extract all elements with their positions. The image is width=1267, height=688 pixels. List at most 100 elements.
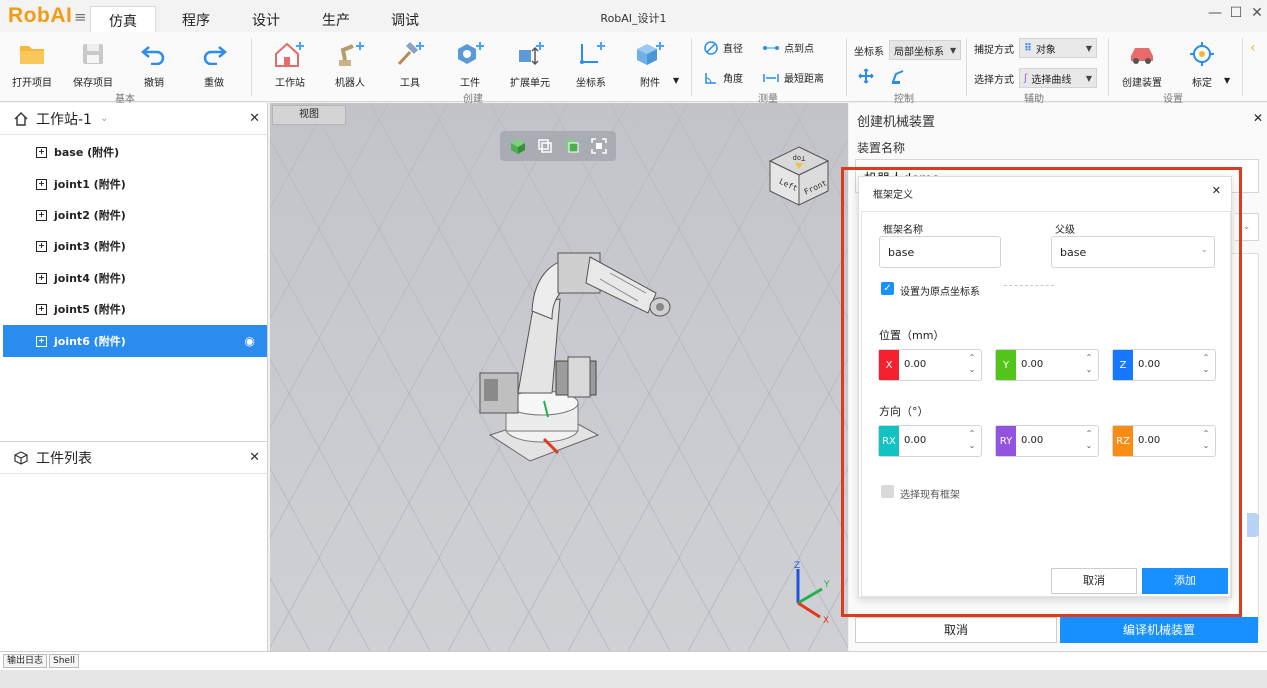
extension-unit-button[interactable]: 扩展单元 <box>500 37 560 89</box>
tool-button[interactable]: 工具 <box>380 37 440 89</box>
close-icon[interactable]: ✕ <box>1253 111 1263 125</box>
tab-program[interactable]: 程序 <box>164 6 228 32</box>
orientation-ry-value: 0.00 <box>1021 435 1044 446</box>
calibrate-dropdown-icon[interactable]: ▼ <box>1224 76 1230 85</box>
home-icon <box>14 111 28 126</box>
link-line <box>1004 285 1054 286</box>
stepper-icon[interactable]: ⌃ ⌄ <box>1200 352 1212 376</box>
view-tab[interactable]: 视图 <box>272 105 346 125</box>
frame-name-input[interactable]: base <box>879 236 1001 268</box>
station-button[interactable]: 工作站 <box>260 37 320 89</box>
tree-item[interactable]: + joint2 (附件) <box>3 199 267 231</box>
chevron-down-icon: ⌄ <box>1200 245 1208 255</box>
select-existing-checkbox[interactable] <box>881 485 894 498</box>
tab-debug[interactable]: 调试 <box>373 6 437 32</box>
stepper-icon[interactable]: ⌃ ⌄ <box>1083 428 1095 452</box>
robot-jog-icon[interactable] <box>890 68 908 87</box>
orientation-ry-field[interactable]: RY 0.00 ⌃ ⌄ <box>995 425 1099 457</box>
close-window-button[interactable]: ✕ <box>1248 5 1266 21</box>
tree-item[interactable]: + joint1 (附件) <box>3 168 267 200</box>
expand-box-icon[interactable]: + <box>36 146 47 158</box>
tab-production[interactable]: 生产 <box>304 6 368 32</box>
cancel-button[interactable]: 取消 <box>855 617 1057 643</box>
tab-design[interactable]: 设计 <box>234 6 298 32</box>
stepper-icon[interactable]: ⌃ ⌄ <box>966 428 978 452</box>
position-z-field[interactable]: Z 0.00 ⌃ ⌄ <box>1112 349 1216 381</box>
expand-box-icon[interactable]: + <box>36 209 47 221</box>
view-layer-icon[interactable] <box>563 137 581 155</box>
create-device-button[interactable]: 创建装置 <box>1112 37 1172 89</box>
position-y-field[interactable]: Y 0.00 ⌃ ⌄ <box>995 349 1099 381</box>
expand-box-icon[interactable]: + <box>36 240 47 252</box>
hamburger-menu-icon[interactable]: ≡ <box>74 8 87 26</box>
save-project-button[interactable]: 保存项目 <box>63 37 123 89</box>
set-origin-checkbox[interactable]: ✓ <box>881 282 894 295</box>
orientation-rx-field[interactable]: RX 0.00 ⌃ ⌄ <box>878 425 982 457</box>
tree-item[interactable]: + joint4 (附件) <box>3 262 267 294</box>
dialog-add-button[interactable]: 添加 <box>1142 568 1228 594</box>
save-icon <box>83 44 103 64</box>
expand-box-icon[interactable]: + <box>36 178 47 190</box>
min-distance-button[interactable]: 最短距离 <box>763 70 824 85</box>
view-wireframe-icon[interactable] <box>536 137 554 155</box>
maximize-button[interactable]: ☐ <box>1227 5 1245 21</box>
folder-icon <box>20 46 44 64</box>
dialog-cancel-button[interactable]: 取消 <box>1051 568 1137 594</box>
expand-box-icon[interactable]: + <box>36 303 47 315</box>
ribbon-separator <box>251 38 252 96</box>
diameter-button[interactable]: 直径 <box>704 40 743 55</box>
ribbon-separator <box>846 38 847 96</box>
expand-box-icon[interactable]: + <box>36 272 47 284</box>
tree-item[interactable]: + joint5 (附件) <box>3 293 267 325</box>
chevron-down-icon: ▼ <box>1085 73 1092 83</box>
tree-item[interactable]: + base (附件) <box>3 136 267 168</box>
point-to-point-button[interactable]: 点到点 <box>763 40 814 55</box>
stepper-icon[interactable]: ⌃ ⌄ <box>966 352 978 376</box>
view-cube[interactable]: Top Left Front <box>766 143 832 207</box>
cube-outline-icon <box>14 450 28 465</box>
redo-button[interactable]: 重做 <box>184 37 244 89</box>
close-icon[interactable]: ✕ <box>1212 184 1221 197</box>
workpiece-panel-header: 工件列表 ✕ <box>0 442 268 474</box>
robot-button[interactable]: 机器人 <box>320 37 380 89</box>
tree-item[interactable]: + joint3 (附件) <box>3 230 267 262</box>
move-icon[interactable] <box>858 68 874 87</box>
workpiece-button[interactable]: 工件 <box>440 37 500 89</box>
coordinate-system-selector[interactable]: 坐标系 局部坐标系 ▼ <box>854 40 962 60</box>
fit-view-icon[interactable] <box>590 137 608 155</box>
calibrate-button[interactable]: 标定 <box>1172 37 1232 89</box>
orientation-rz-field[interactable]: RZ 0.00 ⌃ ⌄ <box>1112 425 1216 457</box>
close-icon[interactable]: ✕ <box>249 111 260 126</box>
robot-model[interactable] <box>460 243 720 483</box>
visibility-eye-icon[interactable]: ◉ <box>245 334 255 348</box>
close-icon[interactable]: ✕ <box>249 450 260 465</box>
tab-simulation[interactable]: 仿真 <box>90 6 156 32</box>
chevron-down-icon[interactable]: ⌄ <box>1235 213 1259 241</box>
minimize-button[interactable]: — <box>1206 5 1224 21</box>
selection-mode-selector[interactable]: 选择方式 ʃ 选择曲线 ▼ <box>974 68 1097 88</box>
position-x-field[interactable]: X 0.00 ⌃ ⌄ <box>878 349 982 381</box>
3d-viewport[interactable]: 视图 Top Left Front Z Y X <box>270 103 848 651</box>
view-shaded-cube-icon[interactable] <box>509 137 527 155</box>
stepper-icon[interactable]: ⌃ ⌄ <box>1083 352 1095 376</box>
compile-device-button[interactable]: 编译机械装置 <box>1060 617 1258 643</box>
parent-select[interactable]: base ⌄ <box>1051 236 1215 268</box>
tab-output-log[interactable]: 输出日志 <box>3 654 48 668</box>
angle-button[interactable]: 角度 <box>704 70 743 85</box>
station-title: 工作站-1 <box>36 111 92 128</box>
side-button[interactable] <box>1247 513 1259 537</box>
coordinate-system-button[interactable]: 坐标系 <box>561 37 621 89</box>
expand-box-icon[interactable]: + <box>36 335 47 347</box>
chevron-down-icon[interactable]: ⌄ <box>100 113 108 124</box>
curve-icon: ʃ <box>1024 72 1028 84</box>
tab-shell[interactable]: Shell <box>49 654 79 668</box>
undo-button[interactable]: 撤销 <box>124 37 184 89</box>
stepper-icon[interactable]: ⌃ ⌄ <box>1200 428 1212 452</box>
open-project-button[interactable]: 打开项目 <box>2 37 62 89</box>
attachment-dropdown-icon[interactable]: ▼ <box>673 76 679 85</box>
ribbon-scroll-left-icon[interactable]: ‹ <box>1250 40 1256 56</box>
axis-tag-rx: RX <box>879 426 899 456</box>
attachment-button[interactable]: 附件 <box>620 37 680 89</box>
capture-mode-selector[interactable]: 捕捉方式 ⠿ 对象 ▼ <box>974 38 1097 58</box>
tree-item-selected[interactable]: + joint6 (附件) ◉ <box>3 325 267 357</box>
